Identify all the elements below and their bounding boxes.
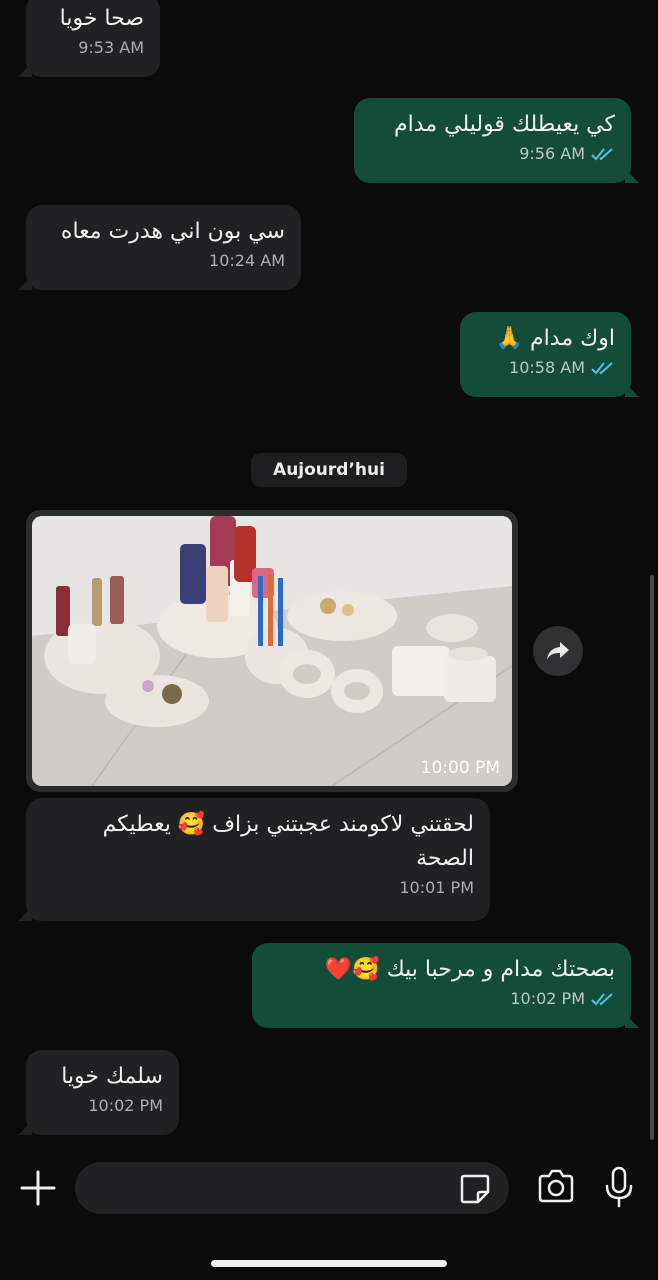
- date-separator: Aujourd’hui: [251, 453, 407, 487]
- photo-time: 10:00 PM: [420, 758, 500, 778]
- message-time: 10:02 PM: [88, 1096, 163, 1115]
- message-bubble-outgoing[interactable]: اوك مدام 🙏 10:58 AM: [460, 312, 639, 397]
- forward-button[interactable]: [533, 626, 583, 676]
- message-text: صحا خويا: [59, 6, 144, 31]
- scrollbar[interactable]: [650, 575, 654, 1140]
- double-check-icon: [591, 147, 613, 160]
- home-indicator: [211, 1260, 447, 1267]
- photo[interactable]: 10:00 PM: [32, 516, 512, 786]
- message-bubble-incoming[interactable]: سلمك خويا 10:02 PM: [18, 1050, 179, 1135]
- message-text: كي يعيطلك قوليلي مدام: [394, 112, 615, 137]
- message-time: 9:53 AM: [78, 38, 144, 57]
- sticker-icon[interactable]: [458, 1172, 492, 1206]
- message-bubble-incoming[interactable]: سي بون اني هدرت معاه 10:24 AM: [18, 205, 301, 290]
- double-check-icon: [591, 992, 613, 1005]
- message-input[interactable]: [95, 1170, 455, 1206]
- message-time: 9:56 AM: [519, 144, 585, 163]
- message-time: 10:24 AM: [209, 251, 285, 270]
- microphone-icon[interactable]: [602, 1166, 636, 1208]
- message-bubble-incoming[interactable]: صحا خويا 9:53 AM: [18, 0, 160, 77]
- message-time: 10:58 AM: [509, 358, 585, 377]
- message-bubble-incoming[interactable]: لحقتني لاكومند عجبتني بزاف 🥰 يعطيكم الصح…: [18, 798, 490, 921]
- photo-image: [32, 516, 512, 786]
- plus-icon[interactable]: [18, 1168, 58, 1208]
- message-text: بصحتك مدام و مرحبا بيك 🥰❤️: [324, 957, 615, 982]
- double-check-icon: [591, 361, 613, 374]
- message-text: سي بون اني هدرت معاه: [60, 219, 285, 244]
- camera-icon[interactable]: [536, 1168, 576, 1206]
- image-message[interactable]: 10:00 PM: [26, 510, 518, 792]
- message-text: سلمك خويا: [61, 1064, 163, 1089]
- message-text: اوك مدام 🙏: [495, 326, 615, 351]
- message-time: 10:02 PM: [510, 989, 585, 1008]
- message-bubble-outgoing[interactable]: بصحتك مدام و مرحبا بيك 🥰❤️ 10:02 PM: [252, 943, 639, 1028]
- message-input-box[interactable]: [75, 1162, 509, 1214]
- forward-arrow-icon: [547, 642, 569, 660]
- message-time: 10:01 PM: [399, 878, 474, 897]
- chat-area[interactable]: صحا خويا 9:53 AM كي يعيطلك قوليلي مدام 9…: [0, 0, 658, 1150]
- message-text: لحقتني لاكومند عجبتني بزاف 🥰 يعطيكم الصح…: [95, 812, 474, 871]
- message-bubble-outgoing[interactable]: كي يعيطلك قوليلي مدام 9:56 AM: [354, 98, 639, 183]
